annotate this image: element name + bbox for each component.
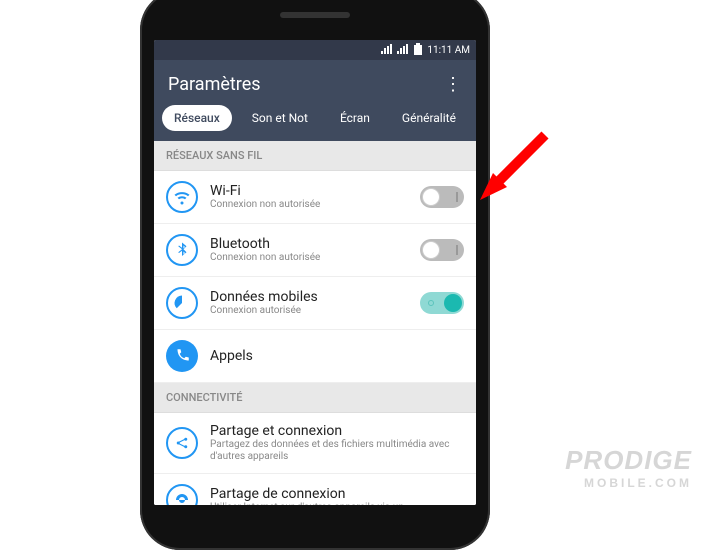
wifi-sub: Connexion non autorisée bbox=[210, 199, 408, 211]
bluetooth-sub: Connexion non autorisée bbox=[210, 252, 408, 264]
item-data[interactable]: Données mobiles Connexion autorisée bbox=[154, 277, 476, 330]
data-sub: Connexion autorisée bbox=[210, 305, 408, 317]
data-text: Données mobiles Connexion autorisée bbox=[210, 289, 408, 317]
share-sub: Partagez des données et des fichiers mul… bbox=[210, 439, 464, 463]
tab-ecran[interactable]: Écran bbox=[328, 105, 382, 131]
calls-text: Appels bbox=[210, 348, 464, 364]
item-calls[interactable]: Appels bbox=[154, 330, 476, 383]
screen: 11:11 AM Paramètres ⋮ Réseaux Son et Not… bbox=[154, 40, 476, 505]
data-toggle[interactable] bbox=[420, 292, 464, 314]
wifi-text: Wi-Fi Connexion non autorisée bbox=[210, 183, 408, 211]
data-icon bbox=[166, 287, 198, 319]
bluetooth-title: Bluetooth bbox=[210, 236, 408, 252]
item-share[interactable]: Partage et connexion Partagez des donnée… bbox=[154, 413, 476, 474]
bluetooth-icon bbox=[166, 234, 198, 266]
tabs: Réseaux Son et Not Écran Généralité bbox=[154, 105, 476, 141]
phone-frame: 11:11 AM Paramètres ⋮ Réseaux Son et Not… bbox=[140, 0, 490, 550]
item-tether[interactable]: Partage de connexion Utiliser Internet s… bbox=[154, 474, 476, 505]
calls-title: Appels bbox=[210, 348, 464, 364]
signal-icon bbox=[381, 44, 393, 57]
page-title: Paramètres bbox=[168, 74, 261, 95]
watermark: PRODIGE MOBILE.COM bbox=[565, 445, 692, 490]
app-header: Paramètres ⋮ bbox=[154, 60, 476, 105]
wifi-toggle[interactable] bbox=[420, 186, 464, 208]
data-title: Données mobiles bbox=[210, 289, 408, 305]
phone-icon bbox=[166, 340, 198, 372]
section-header-connectivity: CONNECTIVITÉ bbox=[154, 383, 476, 413]
tether-sub: Utiliser Internet sur d'autres appareils… bbox=[210, 502, 464, 505]
tether-icon bbox=[166, 484, 198, 505]
battery-icon bbox=[413, 43, 423, 58]
bluetooth-text: Bluetooth Connexion non autorisée bbox=[210, 236, 408, 264]
status-time: 11:11 AM bbox=[427, 45, 470, 56]
item-bluetooth[interactable]: Bluetooth Connexion non autorisée bbox=[154, 224, 476, 277]
tab-reseaux[interactable]: Réseaux bbox=[162, 105, 232, 131]
wifi-title: Wi-Fi bbox=[210, 183, 408, 199]
tether-text: Partage de connexion Utiliser Internet s… bbox=[210, 486, 464, 505]
watermark-sub: MOBILE.COM bbox=[565, 476, 692, 490]
bluetooth-toggle[interactable] bbox=[420, 239, 464, 261]
more-menu-button[interactable]: ⋮ bbox=[444, 80, 462, 90]
tab-general[interactable]: Généralité bbox=[390, 105, 468, 131]
settings-content[interactable]: RÉSEAUX SANS FIL Wi-Fi Connexion non aut… bbox=[154, 141, 476, 505]
tab-son[interactable]: Son et Not bbox=[240, 105, 320, 131]
wifi-icon bbox=[166, 181, 198, 213]
share-icon bbox=[166, 427, 198, 459]
watermark-main: PRODIGE bbox=[565, 445, 692, 475]
section-header-wireless: RÉSEAUX SANS FIL bbox=[154, 141, 476, 171]
share-text: Partage et connexion Partagez des donnée… bbox=[210, 423, 464, 463]
item-wifi[interactable]: Wi-Fi Connexion non autorisée bbox=[154, 171, 476, 224]
status-bar: 11:11 AM bbox=[154, 40, 476, 60]
phone-speaker bbox=[280, 12, 350, 18]
share-title: Partage et connexion bbox=[210, 423, 464, 439]
signal-icon bbox=[397, 44, 409, 57]
